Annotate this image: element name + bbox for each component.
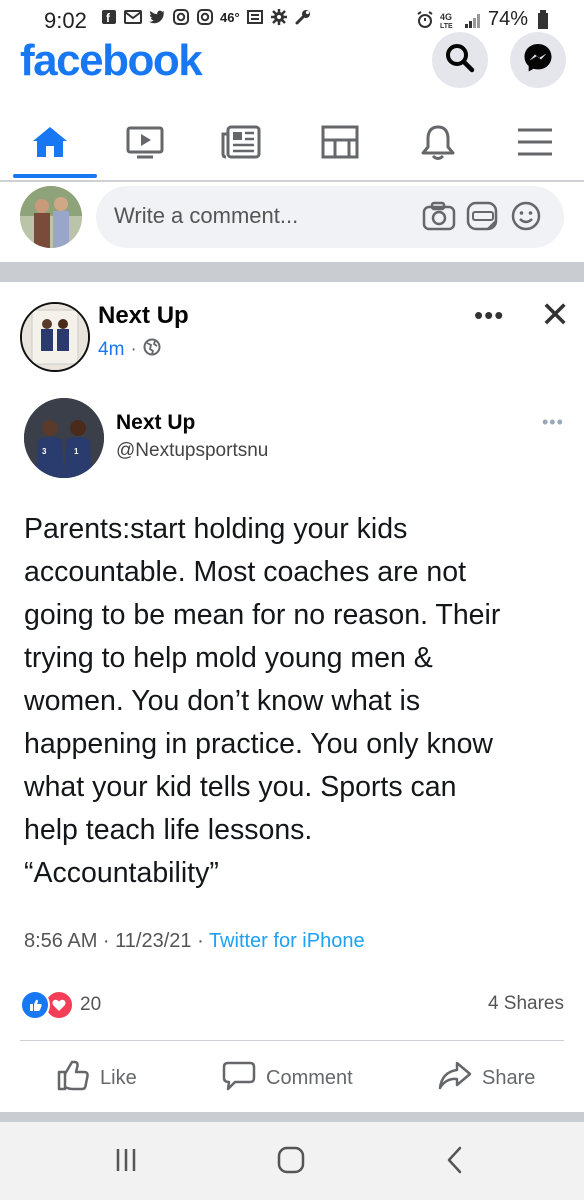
gif-sticker-icon[interactable] (466, 200, 500, 237)
svg-text:LTE: LTE (440, 23, 453, 29)
tweet-line: women. You don’t know what is (24, 685, 421, 717)
page-avatar[interactable] (20, 302, 90, 372)
home-system-icon[interactable] (276, 1145, 306, 1180)
facebook-notification-icon: f (100, 8, 118, 26)
tweet-line: trying to help mold young men & (24, 642, 433, 674)
camera-icon[interactable] (422, 200, 456, 237)
tweet-line: what your kid tells you. Sports can (24, 771, 457, 803)
section-separator (0, 262, 584, 282)
like-button[interactable]: Like (56, 1058, 137, 1098)
tweet-footer: 8:56 AM · 11/23/21 · Twitter for iPhone (24, 930, 365, 953)
comment-icon (222, 1059, 256, 1097)
nav-divider (0, 180, 584, 182)
share-icon (438, 1059, 472, 1097)
tweet-line: help teach life lessons. (24, 814, 313, 846)
post-options-button[interactable]: ••• (474, 300, 504, 331)
search-button[interactable] (432, 32, 488, 88)
svg-text:4G: 4G (440, 12, 452, 22)
actions-divider (20, 1040, 564, 1041)
reaction-summary[interactable]: 20 (20, 990, 101, 1020)
reaction-count: 20 (80, 994, 102, 1015)
video-icon (125, 124, 165, 165)
tweet-source: Twitter for iPhone (208, 930, 365, 952)
like-reaction-icon (20, 990, 50, 1020)
alarm-icon (416, 10, 434, 29)
hide-post-button[interactable]: ✕ (540, 294, 570, 336)
shares-count[interactable]: 4 Shares (460, 993, 564, 1015)
nav-news[interactable] (196, 110, 286, 178)
tweet-avatar: 31 (24, 398, 104, 478)
news-feed-icon (220, 124, 262, 165)
battery-icon (534, 9, 552, 29)
share-label: Share (482, 1066, 536, 1089)
share-button[interactable]: Share (438, 1058, 535, 1098)
battery-percent: 74% (488, 8, 529, 30)
tweet-line: happening in practice. You only know (24, 728, 494, 760)
like-label: Like (100, 1066, 137, 1089)
instagram-icon-2 (196, 8, 214, 26)
back-icon[interactable] (444, 1145, 466, 1180)
bottom-separator (0, 1112, 584, 1122)
status-time: 9:02 (44, 8, 87, 33)
nav-watch[interactable] (100, 110, 190, 178)
tweet-timestamp: 8:56 AM · 11/23/21 · (24, 930, 209, 952)
hamburger-menu-icon (515, 124, 555, 165)
main-nav (0, 110, 584, 180)
comment-placeholder: Write a comment... (114, 203, 299, 228)
comment-input[interactable]: Write a comment... (96, 186, 564, 248)
search-icon (445, 43, 475, 78)
nav-notifications[interactable] (393, 110, 483, 178)
status-notification-icons: f 46° (100, 8, 312, 26)
status-temperature: 46° (220, 9, 240, 25)
wrench-icon (294, 8, 312, 26)
nav-active-indicator (13, 174, 97, 178)
messenger-button[interactable] (510, 32, 566, 88)
tweet-author-name: Next Up (116, 411, 196, 434)
twitter-icon (148, 8, 166, 26)
emoji-icon[interactable] (510, 200, 542, 237)
android-navigation-bar (0, 1122, 584, 1200)
user-avatar[interactable] (20, 186, 82, 248)
tweet-options-icon: ••• (542, 412, 564, 432)
facebook-logo[interactable]: facebook (20, 36, 203, 86)
network-4g-icon: 4G LTE (440, 11, 458, 29)
thumbs-up-icon (56, 1059, 90, 1097)
post-meta: 4m · (98, 338, 161, 362)
tweet-text: Parents:start holding your kids accounta… (24, 508, 564, 895)
tweet-line: Parents:start holding your kids (24, 513, 408, 545)
nav-marketplace[interactable] (295, 110, 385, 178)
nav-menu[interactable] (490, 110, 580, 178)
bell-icon (418, 123, 458, 166)
tweet-handle: @Nextupsportsnu (116, 440, 269, 461)
signal-icon (464, 11, 482, 29)
svg-text:3: 3 (42, 447, 47, 456)
tweet-line: accountable. Most coaches are not (24, 556, 467, 588)
instagram-icon (172, 8, 190, 26)
status-system-icons: 4G LTE 74% (416, 8, 552, 31)
tweet-line: “Accountability” (24, 857, 219, 889)
post-time[interactable]: 4m (98, 339, 124, 361)
tweet-line: going to be mean for no reason. Their (24, 599, 501, 631)
meta-dot: · (130, 339, 137, 360)
marketplace-icon (320, 124, 360, 165)
settings-gear-icon (270, 8, 288, 26)
home-icon (30, 124, 70, 165)
mail-icon (124, 8, 142, 26)
comment-button[interactable]: Comment (222, 1058, 353, 1098)
svg-text:1: 1 (74, 447, 79, 456)
globe-icon (143, 338, 161, 362)
comment-label: Comment (266, 1066, 353, 1089)
news-notification-icon (246, 8, 264, 26)
recent-apps-icon[interactable] (114, 1146, 140, 1179)
status-bar: 9:02 f 46° 4G LTE 74% (0, 0, 584, 40)
messenger-icon (522, 42, 554, 79)
nav-home[interactable] (5, 110, 97, 178)
post-author[interactable]: Next Up (98, 302, 189, 330)
